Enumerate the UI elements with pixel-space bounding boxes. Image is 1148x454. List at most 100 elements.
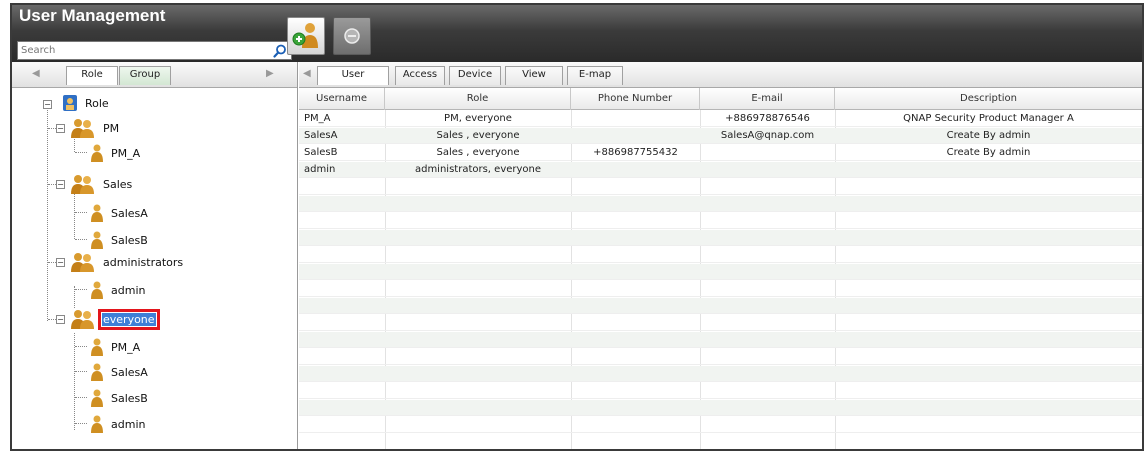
add-user-icon (292, 23, 318, 48)
cell-role: PM, everyone (444, 113, 512, 124)
tab-emap[interactable]: E-map (567, 66, 623, 85)
tab-group[interactable]: Group (119, 66, 171, 85)
user-icon (91, 363, 103, 381)
table-row-empty (299, 315, 1142, 331)
cell-email (700, 162, 835, 178)
table-row-empty (299, 264, 1142, 280)
delete-icon (344, 28, 360, 44)
table-row[interactable]: PM_A PM, everyone +886978876546 QNAP Sec… (299, 111, 1142, 127)
user-icon (91, 204, 103, 222)
tree-user-label: PM_A (111, 146, 141, 160)
table-row-empty (299, 230, 1142, 246)
cell-email: SalesA@qnap.com (720, 130, 815, 141)
tree-user-salesa[interactable]: SalesA (90, 362, 149, 382)
tab-scroll-right-icon[interactable]: ▶ (266, 68, 274, 79)
detail-panel: ◀ User Access Device View E-map Username… (299, 62, 1142, 449)
cell-role: Sales , everyone (436, 147, 520, 158)
table-row-empty (299, 349, 1142, 365)
table-row-empty (299, 281, 1142, 297)
cell-username: SalesB (304, 147, 338, 158)
tree-root[interactable]: Role (62, 93, 110, 113)
user-icon (91, 231, 103, 249)
tab-scroll-left-icon[interactable]: ◀ (303, 68, 311, 79)
collapse-administrators-icon[interactable]: − (56, 258, 65, 267)
user-icon (91, 338, 103, 356)
tree-group-pm[interactable]: PM (70, 118, 120, 138)
tree-group-label: PM (103, 121, 120, 135)
delete-button[interactable] (333, 17, 371, 55)
cell-username: PM_A (304, 113, 331, 124)
tree-user-label: SalesB (111, 391, 148, 405)
app-title: User Management (19, 6, 166, 25)
search-icon[interactable] (273, 44, 287, 58)
search-input[interactable] (18, 42, 263, 59)
column-header-role[interactable]: Role (385, 88, 571, 110)
tab-scroll-left-icon[interactable]: ◀ (32, 68, 40, 79)
column-header-email[interactable]: E-mail (700, 88, 835, 110)
user-icon (91, 415, 103, 433)
cell-email: +886978876546 (725, 113, 810, 124)
collapse-sales-icon[interactable]: − (56, 180, 65, 189)
tree-group-sales[interactable]: Sales (70, 174, 133, 194)
cell-phone (571, 111, 700, 127)
cell-role: administrators, everyone (414, 164, 542, 175)
right-tab-bar: ◀ User Access Device View E-map (299, 62, 1142, 88)
table-header: Username Role Phone Number E-mail Descri… (299, 88, 1142, 110)
table-row-empty (299, 179, 1142, 195)
tree-user-salesa[interactable]: SalesA (90, 203, 149, 223)
group-icon (71, 119, 94, 138)
tree-root-label: Role (85, 96, 109, 110)
cell-description: QNAP Security Product Manager A (903, 113, 1074, 124)
cell-description: Create By admin (946, 130, 1031, 141)
cell-username: SalesA (304, 130, 338, 141)
table-row-empty (299, 196, 1142, 212)
table-row[interactable]: admin administrators, everyone (299, 162, 1142, 178)
role-root-icon (63, 95, 77, 111)
column-header-username[interactable]: Username (299, 88, 385, 110)
cell-phone (571, 128, 700, 144)
search-box[interactable] (17, 41, 292, 60)
tree-user-label: PM_A (111, 340, 141, 354)
user-icon (91, 389, 103, 407)
collapse-everyone-icon[interactable]: − (56, 315, 65, 324)
tree-user-pm-a[interactable]: PM_A (90, 337, 141, 357)
table-row-empty (299, 332, 1142, 348)
table-row-empty (299, 298, 1142, 314)
tab-user[interactable]: User (317, 66, 389, 85)
tab-access[interactable]: Access (395, 66, 445, 85)
tab-view[interactable]: View (505, 66, 563, 85)
tab-device[interactable]: Device (449, 66, 501, 85)
column-header-description[interactable]: Description (835, 88, 1142, 110)
role-tree: − − − − − Role PM PM_A Sales SalesA Sale… (12, 88, 297, 448)
table-row-empty (299, 366, 1142, 382)
tree-user-label: SalesA (111, 206, 148, 220)
header-bar: User Management (12, 5, 1142, 62)
cell-phone (571, 162, 700, 178)
tree-user-label: SalesB (111, 233, 148, 247)
collapse-role-icon[interactable]: − (43, 100, 52, 109)
tree-user-admin[interactable]: admin (90, 414, 146, 434)
tree-user-pm-a[interactable]: PM_A (90, 143, 141, 163)
table-row[interactable]: SalesB Sales , everyone +886987755432 Cr… (299, 145, 1142, 161)
table-row-empty (299, 400, 1142, 416)
left-tab-bar: ◀ Role Group ▶ (12, 62, 297, 88)
tree-user-label: admin (111, 283, 146, 297)
cell-email (700, 145, 835, 161)
column-header-phone[interactable]: Phone Number (571, 88, 700, 110)
tree-user-salesb[interactable]: SalesB (90, 230, 149, 250)
table-row-empty (299, 247, 1142, 263)
tree-user-admin[interactable]: admin (90, 280, 146, 300)
tree-user-salesb[interactable]: SalesB (90, 388, 149, 408)
table-row-empty (299, 383, 1142, 399)
group-icon (71, 310, 94, 329)
group-icon (71, 175, 94, 194)
tree-group-label: Sales (103, 177, 133, 191)
add-user-button[interactable] (287, 17, 325, 55)
tab-role[interactable]: Role (66, 66, 118, 85)
tree-group-administrators[interactable]: administrators (70, 252, 184, 272)
table-row[interactable]: SalesA Sales , everyone SalesA@qnap.com … (299, 128, 1142, 144)
user-management-window: User Management ◀ (10, 3, 1144, 451)
collapse-pm-icon[interactable]: − (56, 124, 65, 133)
cell-description (835, 162, 1142, 178)
tree-group-everyone[interactable]: everyone (70, 308, 160, 330)
